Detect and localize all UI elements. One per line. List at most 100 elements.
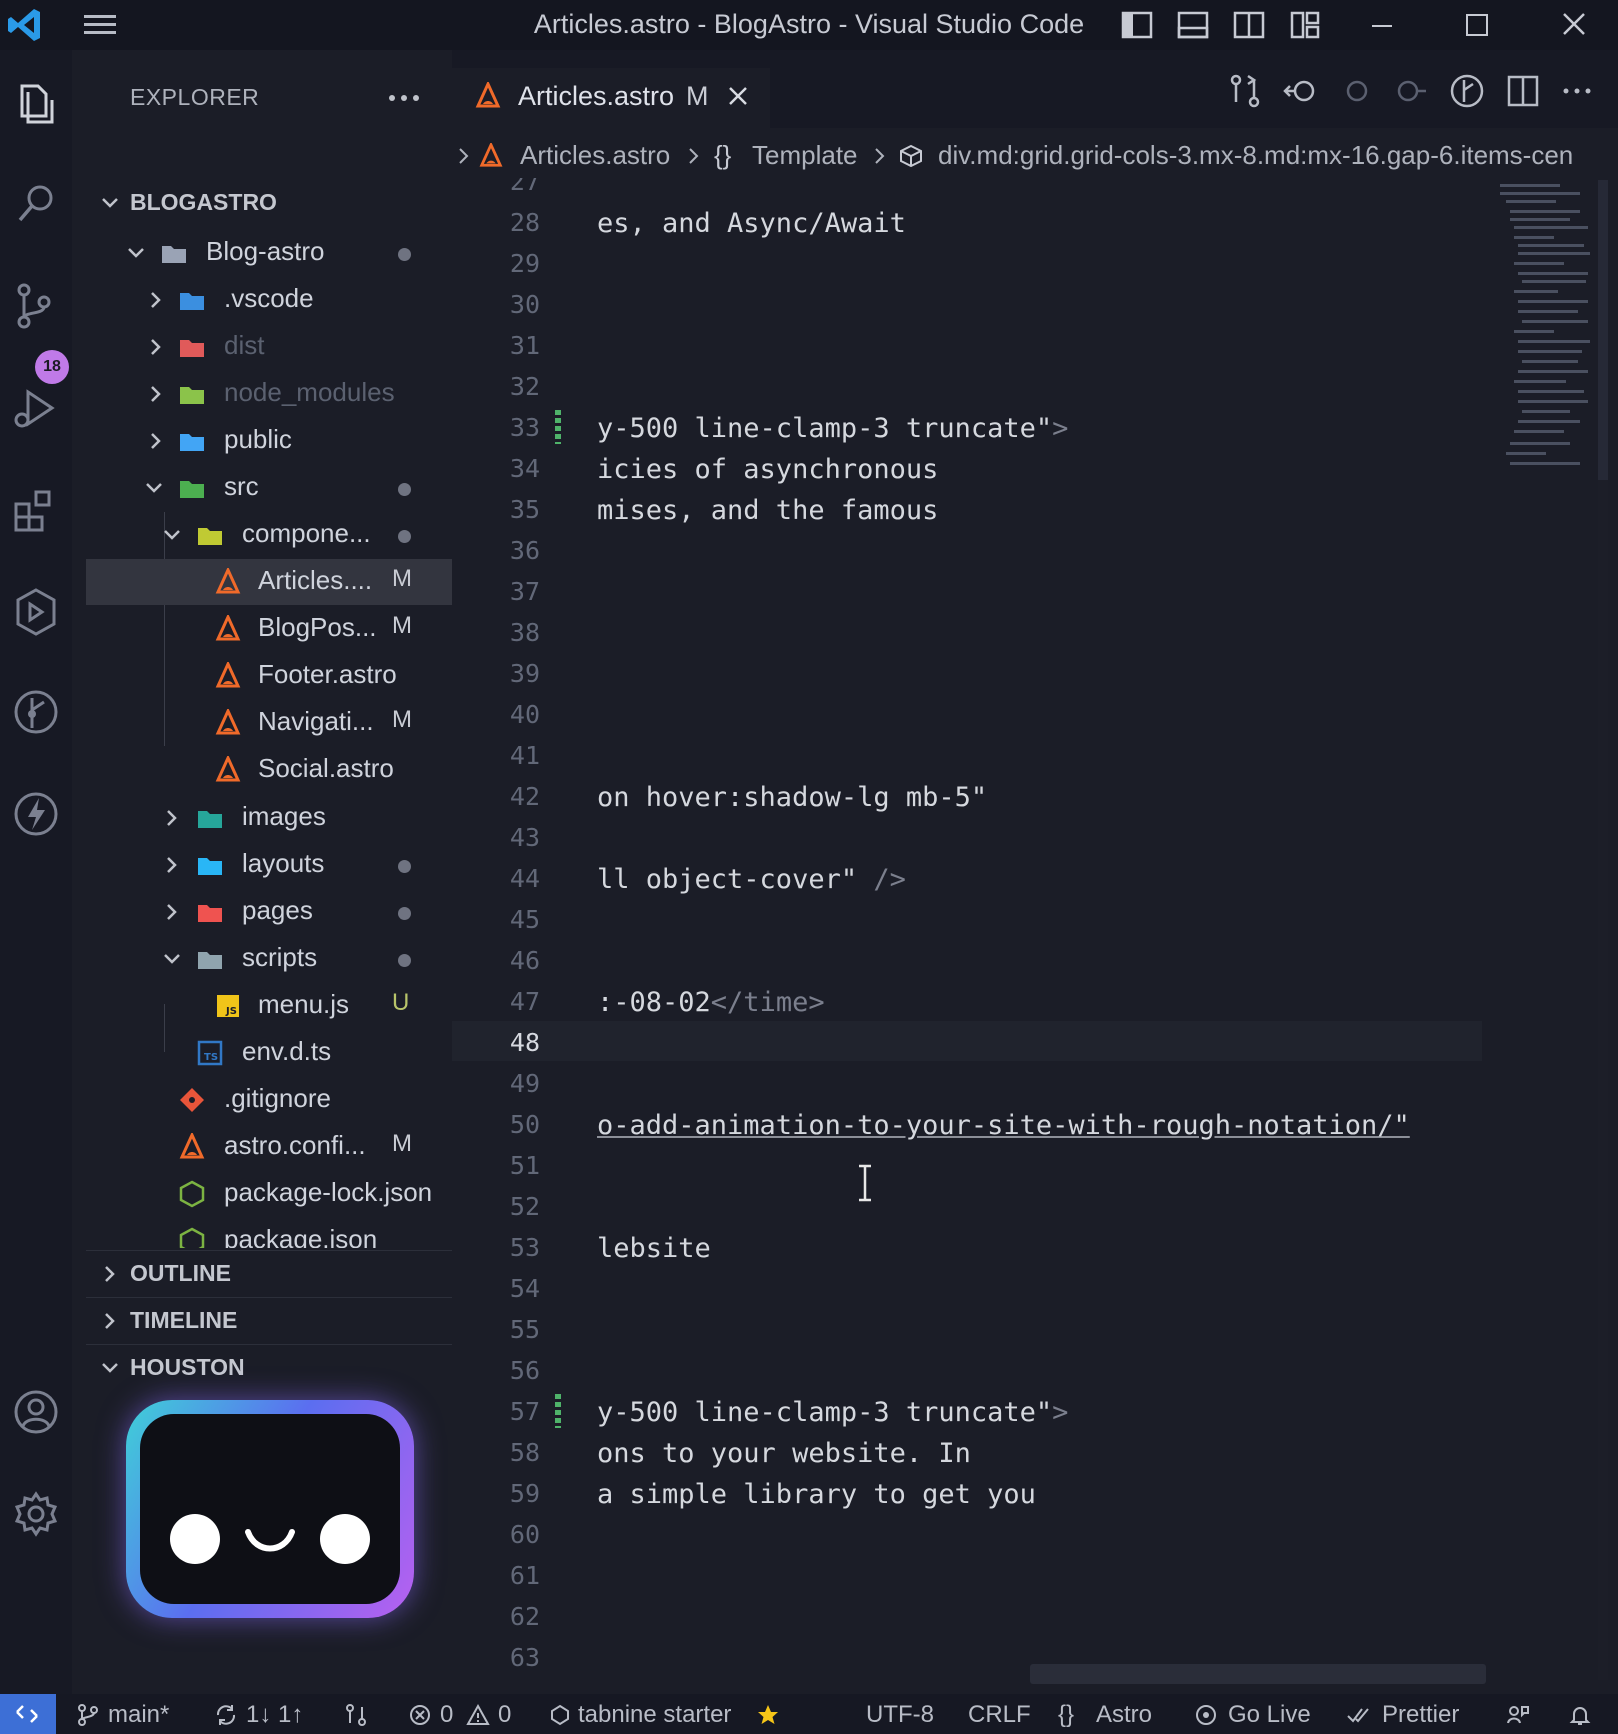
code-line[interactable]: 48 [452, 1021, 1482, 1061]
tree-item-social-astro[interactable]: Social.astro [86, 747, 452, 793]
toggle-secondary-sidebar-icon[interactable] [1232, 9, 1266, 41]
tree-item-menu-js[interactable]: JS menu.js U [86, 983, 452, 1029]
code-line[interactable]: 55 [452, 1308, 1482, 1348]
line-number[interactable]: 35 [452, 495, 540, 524]
tab-articles-astro[interactable]: Articles.astro M [452, 68, 770, 128]
line-number[interactable]: 50 [452, 1110, 540, 1139]
tree-item-blog-astro[interactable]: Blog-astro [86, 230, 452, 276]
tree-item-env-d-ts[interactable]: TS env.d.ts [86, 1030, 452, 1076]
line-number[interactable]: 33 [452, 413, 540, 442]
accounts-icon[interactable] [8, 1384, 64, 1440]
code-line[interactable]: 61 [452, 1554, 1482, 1594]
code-line[interactable]: 60 [452, 1513, 1482, 1553]
warning-count[interactable]: 0 [498, 1701, 511, 1729]
tree-item-vscode[interactable]: .vscode [86, 277, 452, 323]
tree-item-navigation-astro[interactable]: Navigati... M [86, 700, 452, 746]
line-number[interactable]: 46 [452, 946, 540, 975]
encoding-status[interactable]: UTF-8 [866, 1701, 934, 1729]
line-number[interactable]: 36 [452, 536, 540, 565]
thunder-client-icon[interactable] [8, 786, 64, 842]
line-number[interactable]: 52 [452, 1192, 540, 1221]
code-line[interactable]: 59 a simple library to get you [452, 1472, 1482, 1512]
tree-item-src[interactable]: src [86, 465, 452, 511]
code-line[interactable]: 42 on hover:shadow-lg mb-5" [452, 775, 1482, 815]
code-line[interactable]: 45 [452, 898, 1482, 938]
line-number[interactable]: 41 [452, 741, 540, 770]
code-line[interactable]: 32 [452, 365, 1482, 405]
line-number[interactable]: 59 [452, 1479, 540, 1508]
code-line[interactable]: 62 [452, 1595, 1482, 1635]
line-number[interactable]: 54 [452, 1274, 540, 1303]
previous-change-icon[interactable] [1338, 72, 1376, 110]
line-number[interactable]: 53 [452, 1233, 540, 1262]
minimap[interactable] [1496, 180, 1592, 510]
git-graph-action-icon[interactable] [1448, 72, 1486, 110]
remote-explorer-icon[interactable] [8, 584, 64, 640]
code-line[interactable]: 34 icies of asynchronous [452, 447, 1482, 487]
line-number[interactable]: 48 [452, 1028, 540, 1057]
horizontal-scrollbar[interactable] [1030, 1664, 1486, 1684]
tree-item-dist[interactable]: dist [86, 324, 452, 370]
more-actions-icon[interactable] [1558, 72, 1596, 110]
line-number[interactable]: 29 [452, 249, 540, 278]
tree-item-articles-astro[interactable]: Articles.... M [86, 559, 452, 605]
section-timeline[interactable]: TIMELINE [86, 1297, 452, 1344]
code-line[interactable]: 43 [452, 816, 1482, 856]
customize-layout-icon[interactable] [1288, 9, 1322, 41]
code-line[interactable]: 50 o-add-animation-to-your-site-with-roug… [452, 1103, 1482, 1143]
line-number[interactable]: 30 [452, 290, 540, 319]
line-number[interactable]: 34 [452, 454, 540, 483]
line-number[interactable]: 27 [452, 178, 540, 196]
hamburger-menu-icon[interactable] [80, 10, 120, 40]
sync-status[interactable]: 1↓ 1↑ [246, 1701, 303, 1729]
git-branch-status[interactable]: main* [108, 1701, 169, 1729]
line-number[interactable]: 43 [452, 823, 540, 852]
git-added-gutter-marker[interactable] [555, 1394, 561, 1428]
open-changes-icon[interactable] [1226, 72, 1264, 110]
code-line[interactable]: 54 [452, 1267, 1482, 1307]
tree-item-images[interactable]: images [86, 795, 452, 841]
code-line[interactable]: 36 [452, 529, 1482, 569]
breadcrumb-file[interactable]: Articles.astro [520, 140, 670, 171]
split-editor-icon[interactable] [1504, 72, 1542, 110]
code-line[interactable]: 33 y-500 line-clamp-3 truncate"> [452, 406, 1482, 446]
tree-item-layouts[interactable]: layouts [86, 842, 452, 888]
code-line[interactable]: 44 ll object-cover" /> [452, 857, 1482, 897]
line-number[interactable]: 62 [452, 1602, 540, 1631]
run-debug-icon[interactable] [8, 380, 64, 436]
line-number[interactable]: 49 [452, 1069, 540, 1098]
source-control-icon[interactable] [8, 278, 64, 334]
line-number[interactable]: 57 [452, 1397, 540, 1426]
git-added-gutter-marker[interactable] [555, 410, 561, 444]
code-line[interactable]: 28 es, and Async/Await [452, 201, 1482, 241]
code-line[interactable]: 41 [452, 734, 1482, 774]
line-number[interactable]: 61 [452, 1561, 540, 1590]
line-number[interactable]: 39 [452, 659, 540, 688]
close-window-icon[interactable] [1554, 6, 1594, 44]
error-count[interactable]: 0 [440, 1701, 453, 1729]
line-number[interactable]: 55 [452, 1315, 540, 1344]
next-change-icon[interactable] [1392, 72, 1430, 110]
line-number[interactable]: 31 [452, 331, 540, 360]
tree-item-astro-config[interactable]: astro.confi... M [86, 1124, 452, 1170]
code-line[interactable]: 31 [452, 324, 1482, 364]
tree-item-components[interactable]: compone... [86, 512, 452, 558]
tabnine-status[interactable]: tabnine starter [578, 1701, 731, 1729]
breadcrumb-element[interactable]: div.md:grid.grid-cols-3.mx-8.md:mx-16.ga… [938, 140, 1573, 171]
git-compare-icon[interactable] [344, 1703, 368, 1727]
more-actions-icon[interactable] [386, 88, 422, 108]
line-number[interactable]: 60 [452, 1520, 540, 1549]
scrollbar-thumb[interactable] [1598, 180, 1608, 480]
eol-status[interactable]: CRLF [968, 1701, 1031, 1729]
code-line[interactable]: 51 [452, 1144, 1482, 1184]
line-number[interactable]: 37 [452, 577, 540, 606]
tree-item-node-modules[interactable]: node_modules [86, 371, 452, 417]
line-number[interactable]: 28 [452, 208, 540, 237]
code-line[interactable]: 37 [452, 570, 1482, 610]
close-tab-icon[interactable] [726, 84, 750, 108]
code-line[interactable]: 52 [452, 1185, 1482, 1225]
code-line[interactable]: 46 [452, 939, 1482, 979]
notifications-bell-icon[interactable] [1568, 1703, 1592, 1727]
git-graph-icon[interactable] [8, 684, 64, 740]
toggle-primary-sidebar-icon[interactable] [1120, 9, 1154, 41]
